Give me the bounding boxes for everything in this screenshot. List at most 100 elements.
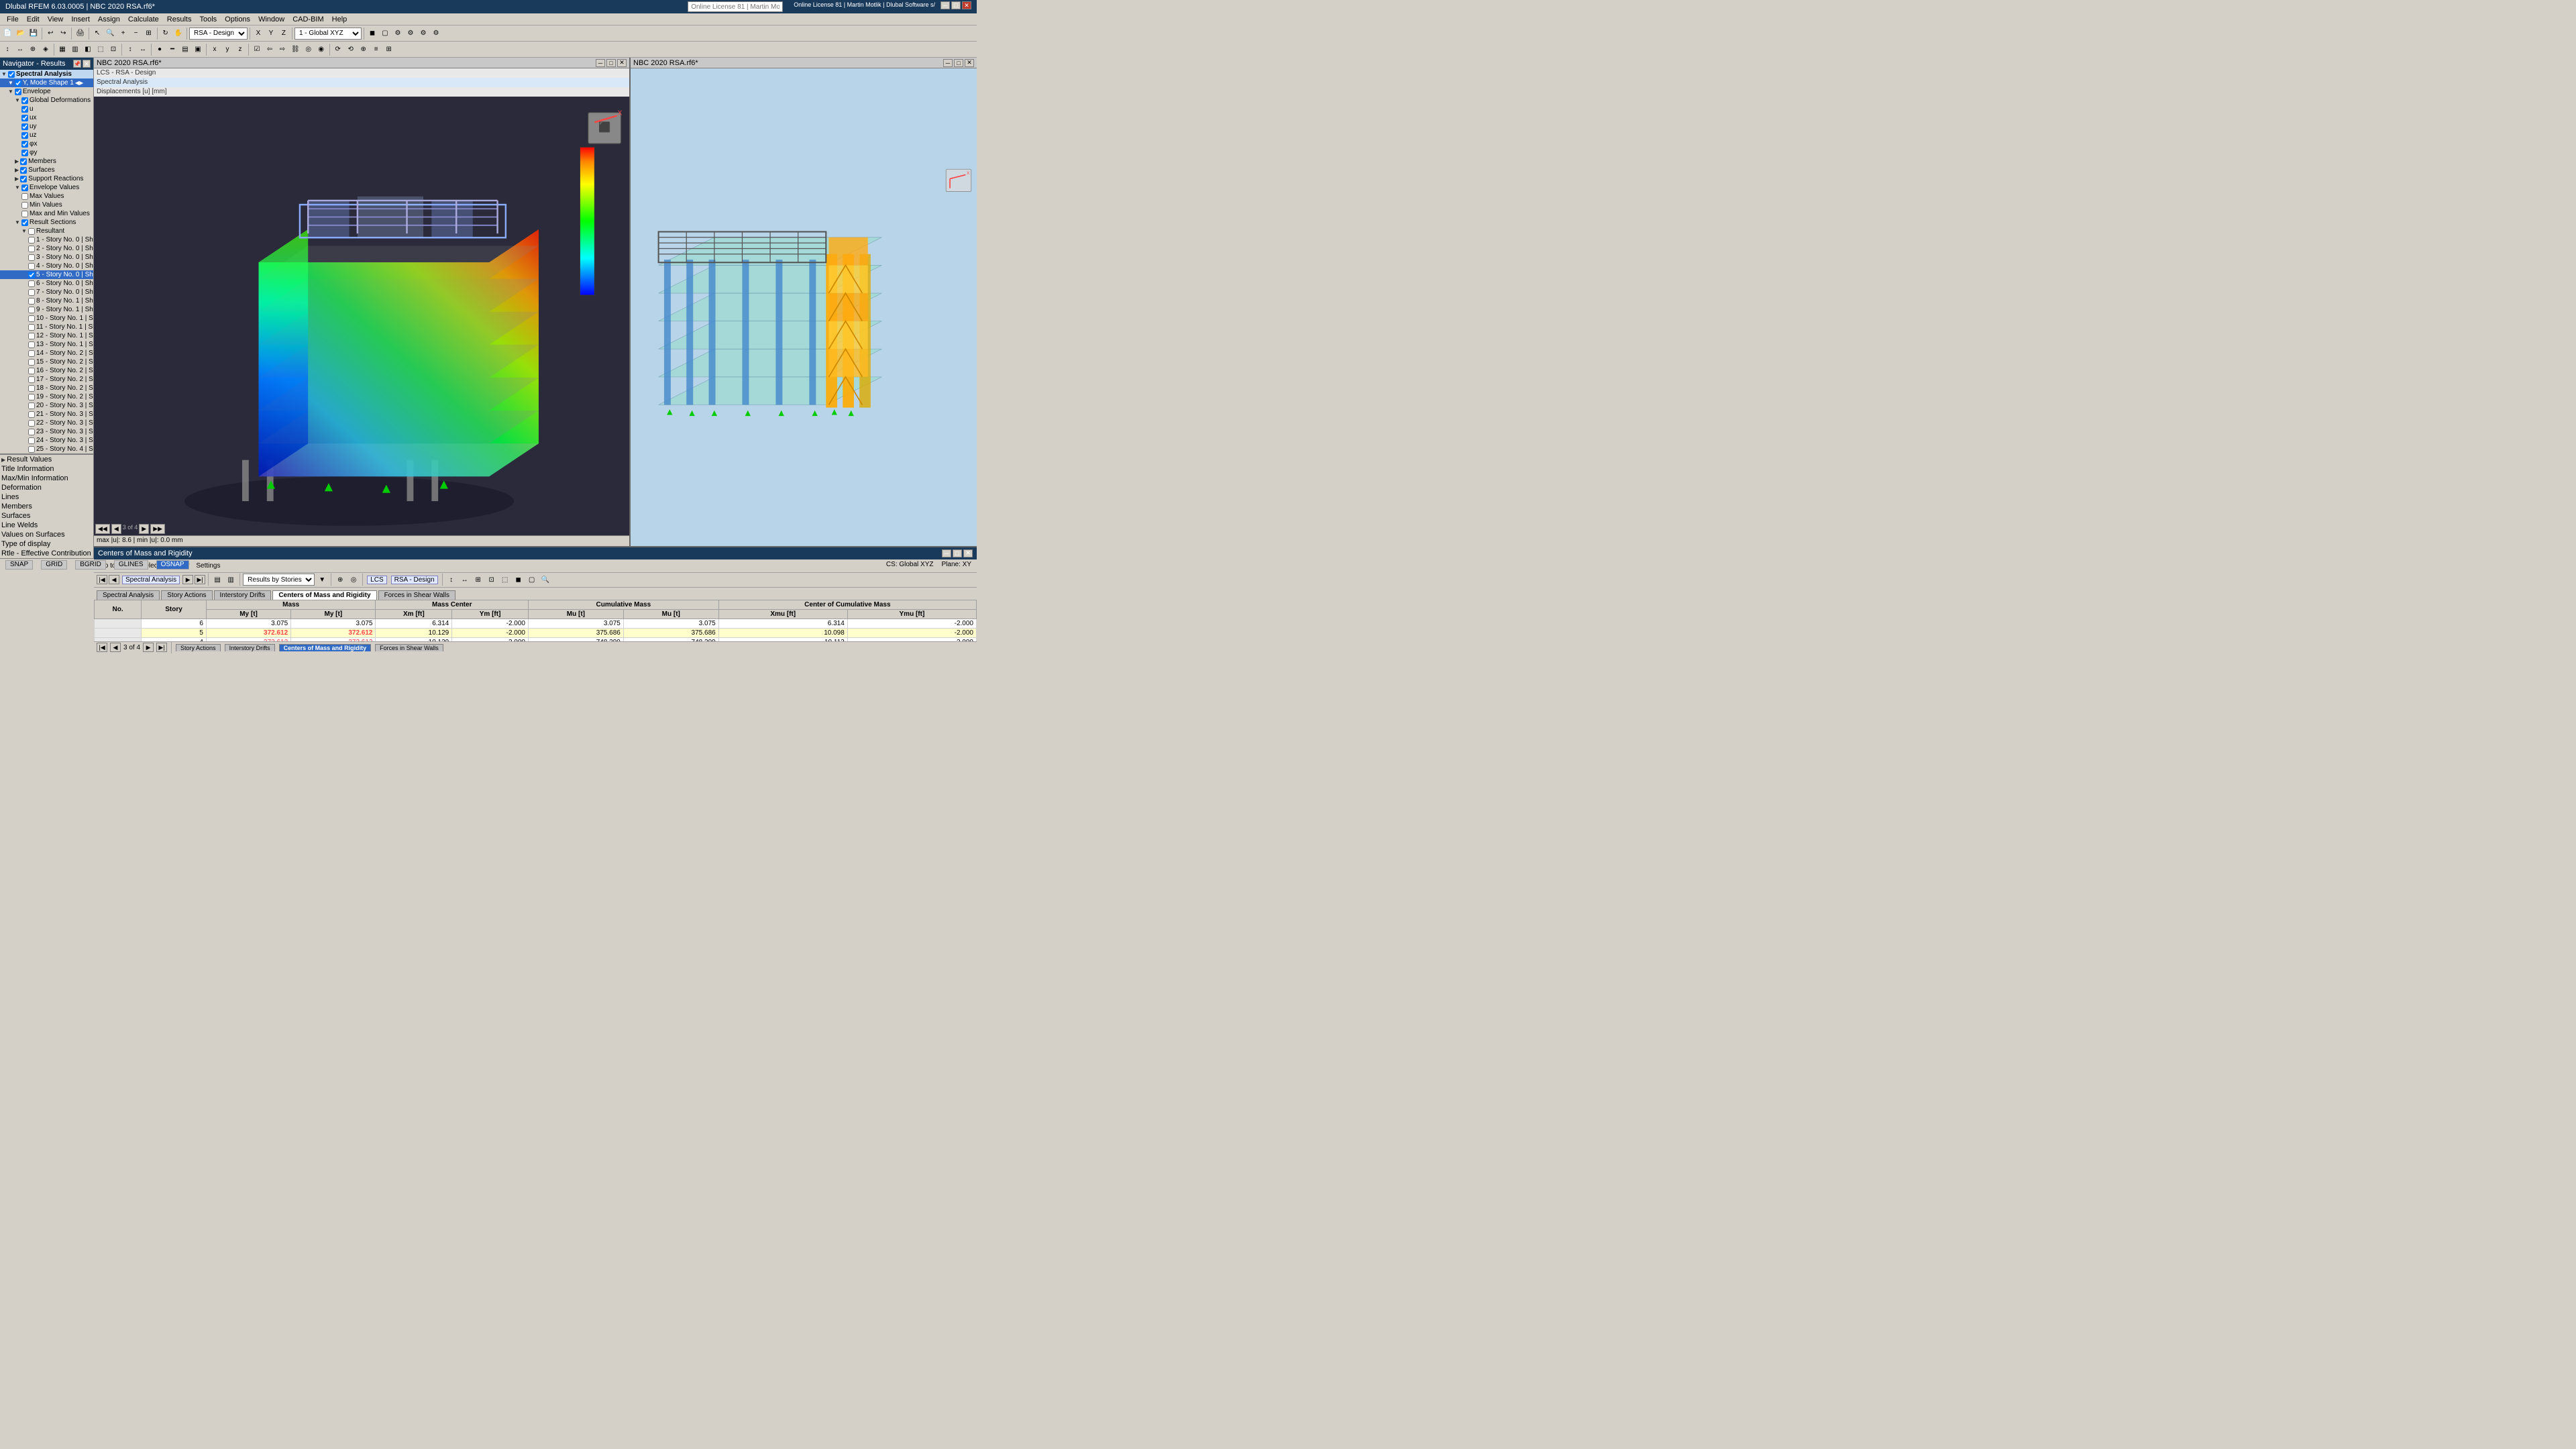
minimize-button[interactable]: ─ bbox=[941, 1, 950, 9]
shear-10-checkbox[interactable] bbox=[28, 315, 35, 322]
tab-spectral-analysis[interactable]: Spectral Analysis bbox=[97, 590, 160, 600]
btb-btn2[interactable]: ▥ bbox=[225, 573, 237, 586]
nav-shear-10[interactable]: 10 - Story No. 1 | Shear wall No. 13 bbox=[0, 314, 93, 323]
min-val-checkbox[interactable] bbox=[21, 202, 28, 209]
shear-3-checkbox[interactable] bbox=[28, 254, 35, 261]
spectral-checkbox[interactable] bbox=[8, 71, 15, 78]
view-dropdown[interactable]: 1 - Global XYZ bbox=[294, 28, 362, 40]
lcs-dropdown[interactable]: LCS RSA - Design bbox=[189, 28, 248, 40]
bottom-menu-settings[interactable]: Settings bbox=[193, 562, 223, 570]
shear-23-checkbox[interactable] bbox=[28, 429, 35, 435]
shear-9-checkbox[interactable] bbox=[28, 307, 35, 313]
shear-22-checkbox[interactable] bbox=[28, 420, 35, 427]
bottom-minimize[interactable]: ─ bbox=[942, 549, 951, 557]
nav-surfaces-nav[interactable]: Surfaces bbox=[0, 511, 93, 521]
maximize-button[interactable]: □ bbox=[951, 1, 961, 9]
tab-story-actions-footer[interactable]: Story Actions bbox=[176, 644, 221, 651]
menu-window[interactable]: Window bbox=[254, 15, 288, 23]
page-prev-btn[interactable]: ◀ bbox=[109, 575, 119, 584]
nav-type-display[interactable]: Type of display bbox=[0, 539, 93, 549]
nav-result-values[interactable]: ▶ Result Values bbox=[0, 455, 93, 464]
table-row[interactable]: 5 372.612 372.612 10.129 -2.000 375.686 … bbox=[95, 628, 977, 637]
view-y-button[interactable]: Y bbox=[265, 27, 277, 40]
tb2-btn10[interactable]: ↕ bbox=[124, 43, 136, 56]
menu-results[interactable]: Results bbox=[163, 15, 196, 23]
tab-interstory-drifts[interactable]: Interstory Drifts bbox=[214, 590, 272, 600]
table-first-btn[interactable]: |◀ bbox=[97, 643, 107, 652]
nav-next-page-btn[interactable]: ▶ bbox=[139, 524, 149, 534]
shear-19-checkbox[interactable] bbox=[28, 394, 35, 400]
nav-shear-1[interactable]: 1 - Story No. 0 | Shear wall No. 1 bbox=[0, 235, 93, 244]
tb2-surf-btn[interactable]: ▤ bbox=[179, 43, 191, 56]
tb2-line-btn[interactable]: ━ bbox=[166, 43, 178, 56]
nav-shear-2[interactable]: 2 - Story No. 0 | Shear wall No. 2 bbox=[0, 244, 93, 253]
table-content[interactable]: No. Story Mass Mass Center Cumulative Ma… bbox=[94, 600, 977, 641]
uy-checkbox[interactable] bbox=[21, 123, 28, 130]
tb2-arrow1[interactable]: ⇦ bbox=[264, 43, 276, 56]
shear-6-checkbox[interactable] bbox=[28, 280, 35, 287]
members-checkbox[interactable] bbox=[20, 158, 27, 165]
nav-global-def[interactable]: ▼ Global Deformations bbox=[0, 96, 93, 105]
nav-prev-btn[interactable]: ◀◀ bbox=[95, 524, 110, 534]
uz-checkbox[interactable] bbox=[21, 132, 28, 139]
shear-16-checkbox[interactable] bbox=[28, 368, 35, 374]
tb2-axis-y[interactable]: y bbox=[221, 43, 233, 56]
shear-13-checkbox[interactable] bbox=[28, 341, 35, 348]
tb2-btn3[interactable]: ⊕ bbox=[27, 43, 39, 56]
btb-btn9[interactable]: ⬚ bbox=[499, 573, 511, 586]
nav-mode-shape[interactable]: ▼ Y, Mode Shape 1 ◀▶ bbox=[0, 78, 93, 87]
nav-phix[interactable]: φx bbox=[0, 140, 93, 148]
tab-centers-mass-rigidity[interactable]: Centers of Mass and Rigidity bbox=[272, 590, 376, 600]
tb2-btn14[interactable]: ⟳ bbox=[332, 43, 344, 56]
shear-18-checkbox[interactable] bbox=[28, 385, 35, 392]
tb2-btn8[interactable]: ⬚ bbox=[95, 43, 107, 56]
menu-calculate[interactable]: Calculate bbox=[124, 15, 163, 23]
tb2-btn16[interactable]: ⊕ bbox=[358, 43, 370, 56]
nav-prev-page-btn[interactable]: ◀ bbox=[111, 524, 121, 534]
table-prev-btn[interactable]: ◀ bbox=[110, 643, 121, 652]
tb2-btn13[interactable]: ◉ bbox=[315, 43, 327, 56]
pan-button[interactable]: ✋ bbox=[172, 27, 184, 40]
u-checkbox[interactable] bbox=[21, 106, 28, 113]
nav-envelope[interactable]: ▼ Envelope bbox=[0, 87, 93, 96]
nav-shear-14[interactable]: 14 - Story No. 2 | Shear wall No. 18 bbox=[0, 349, 93, 358]
shear-17-checkbox[interactable] bbox=[28, 376, 35, 383]
page-next-btn[interactable]: ▶ bbox=[182, 575, 193, 584]
bottom-maximize[interactable]: □ bbox=[953, 549, 962, 557]
nav-shear-7[interactable]: 7 - Story No. 0 | Shear wall No. 10 bbox=[0, 288, 93, 297]
env-val-checkbox[interactable] bbox=[21, 184, 28, 191]
btb-dropdown-arrow[interactable]: ▼ bbox=[316, 573, 328, 586]
shear-5-checkbox[interactable] bbox=[28, 272, 35, 278]
settings-btn-1[interactable]: ⚙ bbox=[392, 27, 404, 40]
global-def-checkbox[interactable] bbox=[21, 97, 28, 104]
nav-uz[interactable]: uz bbox=[0, 131, 93, 140]
print-button[interactable]: 🖨 bbox=[74, 27, 87, 40]
new-button[interactable]: 📄 bbox=[1, 27, 13, 40]
nav-next-btn[interactable]: ▶▶ bbox=[150, 524, 165, 534]
menu-insert[interactable]: Insert bbox=[67, 15, 94, 23]
shear-15-checkbox[interactable] bbox=[28, 359, 35, 366]
btb-btn11[interactable]: ▢ bbox=[526, 573, 538, 586]
ux-checkbox[interactable] bbox=[21, 115, 28, 121]
status-osnap[interactable]: OSNAP bbox=[156, 560, 189, 570]
tb2-axis-x[interactable]: x bbox=[209, 43, 221, 56]
table-next-btn[interactable]: ▶ bbox=[143, 643, 154, 652]
nav-shear-5[interactable]: 5 - Story No. 0 | Shear wall No. 7 bbox=[0, 270, 93, 279]
wireframe-button[interactable]: ▢ bbox=[379, 27, 391, 40]
undo-button[interactable]: ↩ bbox=[44, 27, 56, 40]
tb2-btn1[interactable]: ↕ bbox=[1, 43, 13, 56]
support-checkbox[interactable] bbox=[20, 176, 27, 182]
settings-btn-3[interactable]: ⚙ bbox=[417, 27, 429, 40]
mode-shape-checkbox[interactable] bbox=[15, 80, 21, 87]
nav-title-info[interactable]: Title Information bbox=[0, 464, 93, 474]
max-val-checkbox[interactable] bbox=[21, 193, 28, 200]
page-last-btn[interactable]: ▶| bbox=[195, 575, 205, 584]
nav-values-on-surfaces[interactable]: Values on Surfaces bbox=[0, 530, 93, 539]
btb-btn10[interactable]: ◼ bbox=[513, 573, 525, 586]
tb2-btn2[interactable]: ↔ bbox=[14, 43, 26, 56]
shear-7-checkbox[interactable] bbox=[28, 289, 35, 296]
shear-2-checkbox[interactable] bbox=[28, 246, 35, 252]
nav-phiy[interactable]: φy bbox=[0, 148, 93, 157]
nav-support-reactions[interactable]: ▶ Support Reactions bbox=[0, 174, 93, 183]
render-button[interactable]: ◼ bbox=[366, 27, 378, 40]
